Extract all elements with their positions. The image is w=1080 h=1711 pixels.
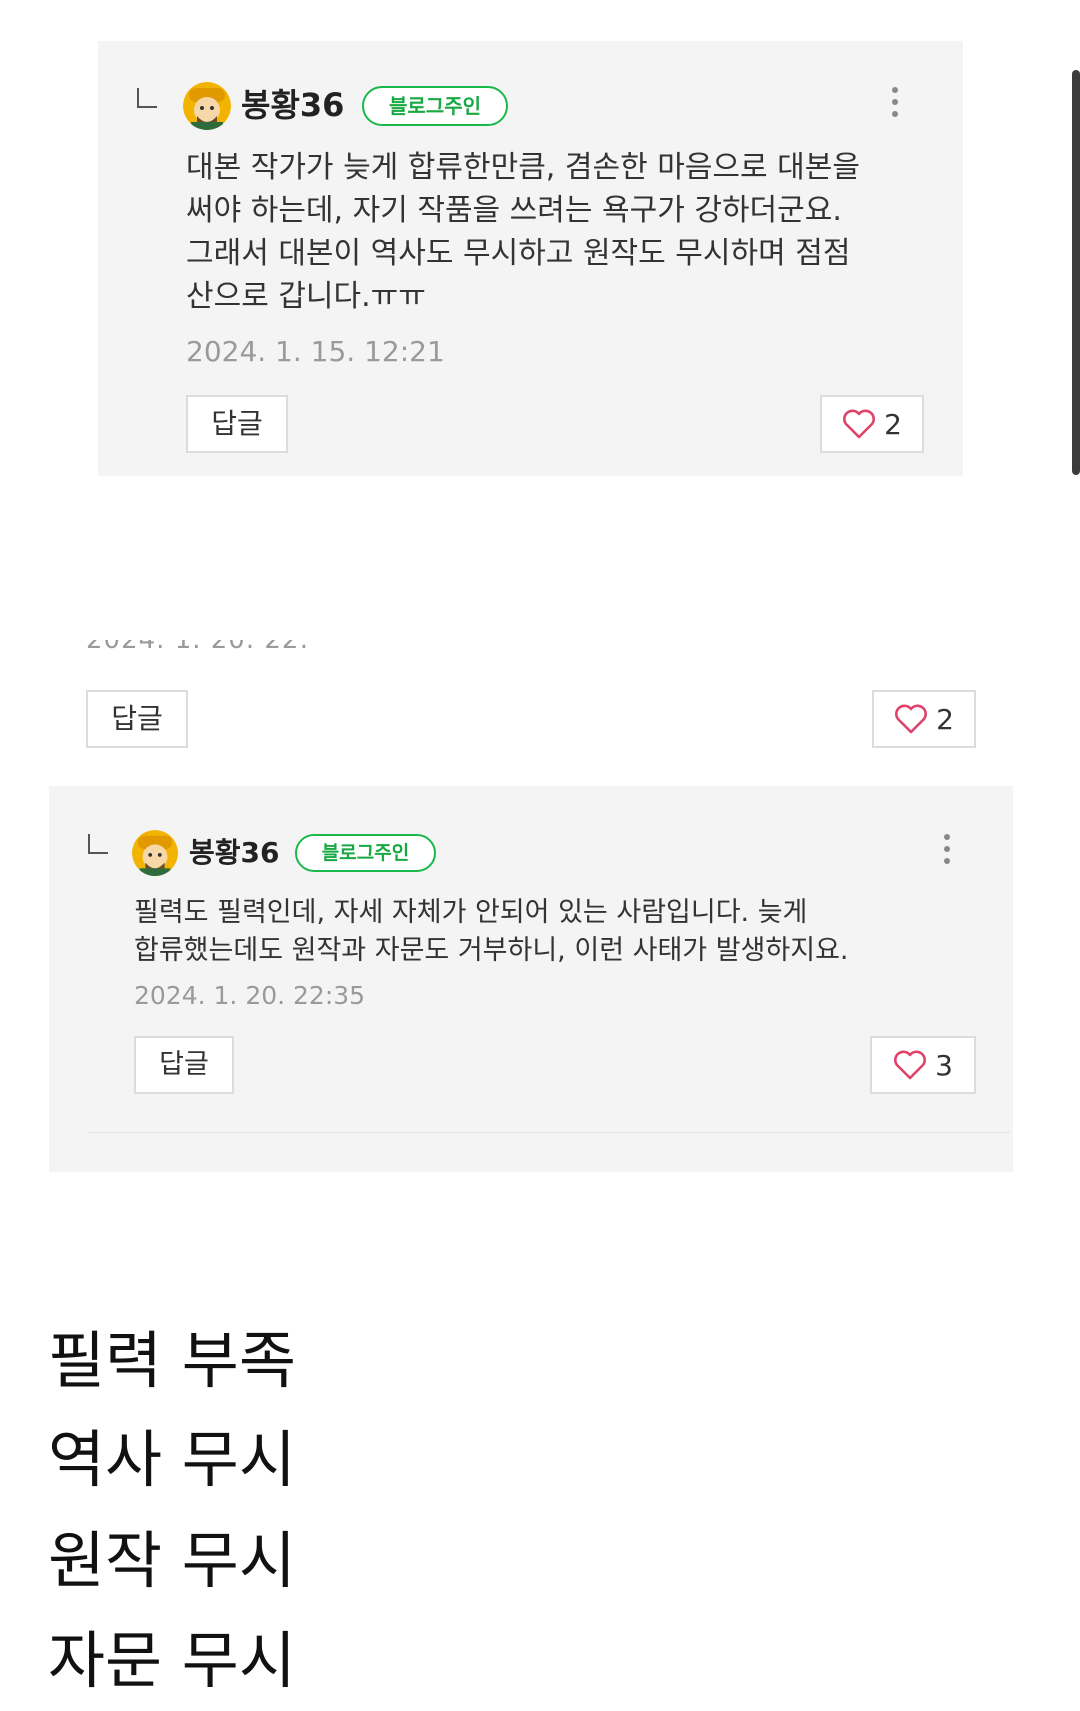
like-count: 2 [884, 407, 902, 441]
heart-icon [893, 1050, 927, 1080]
comment-date-cut: 2024. 1. 20. 22:32 [86, 640, 310, 655]
like-button[interactable]: 2 [872, 690, 976, 748]
reply-button[interactable]: 답글 [186, 395, 288, 453]
blog-owner-badge: 블로그주인 [362, 86, 508, 126]
comment-body: 필력도 필력인데, 자세 자체가 안되어 있는 사람입니다. 늦게 합류했는데도… [134, 897, 849, 966]
more-vertical-icon[interactable] [890, 87, 900, 123]
divider [88, 1132, 1010, 1133]
comment-date: 2024. 1. 20. 22:35 [134, 981, 366, 1010]
like-count: 2 [936, 702, 954, 736]
like-button[interactable]: 3 [870, 1036, 976, 1094]
avatar-icon[interactable] [132, 830, 178, 876]
more-vertical-icon[interactable] [942, 834, 952, 870]
reply-button[interactable]: 답글 [86, 690, 188, 748]
caption-line: 원작 무시 [48, 1524, 296, 1597]
reply-indent-icon [137, 88, 157, 108]
reply-indent-icon [88, 834, 108, 854]
caption-line: 자문 무시 [48, 1624, 296, 1697]
comment-username[interactable]: 봉황36 [241, 84, 344, 126]
avatar-icon[interactable] [183, 82, 231, 130]
heart-icon [894, 704, 928, 734]
blog-owner-badge: 블로그주인 [295, 834, 436, 872]
caption-line: 역사 무시 [48, 1423, 296, 1496]
like-count: 3 [935, 1048, 953, 1082]
heart-icon [842, 409, 876, 439]
caption-line: 필력 부족 [48, 1324, 296, 1397]
comment-body: 대본 작가가 늦게 합류한만큼, 겸손한 마음으로 대본을 써야 하는데, 자기… [186, 150, 860, 314]
comment-date: 2024. 1. 15. 12:21 [186, 335, 445, 368]
like-button[interactable]: 2 [820, 395, 924, 453]
comment-username[interactable]: 봉황36 [189, 834, 280, 872]
scrollbar-thumb[interactable] [1072, 70, 1080, 475]
reply-button[interactable]: 답글 [134, 1036, 234, 1094]
